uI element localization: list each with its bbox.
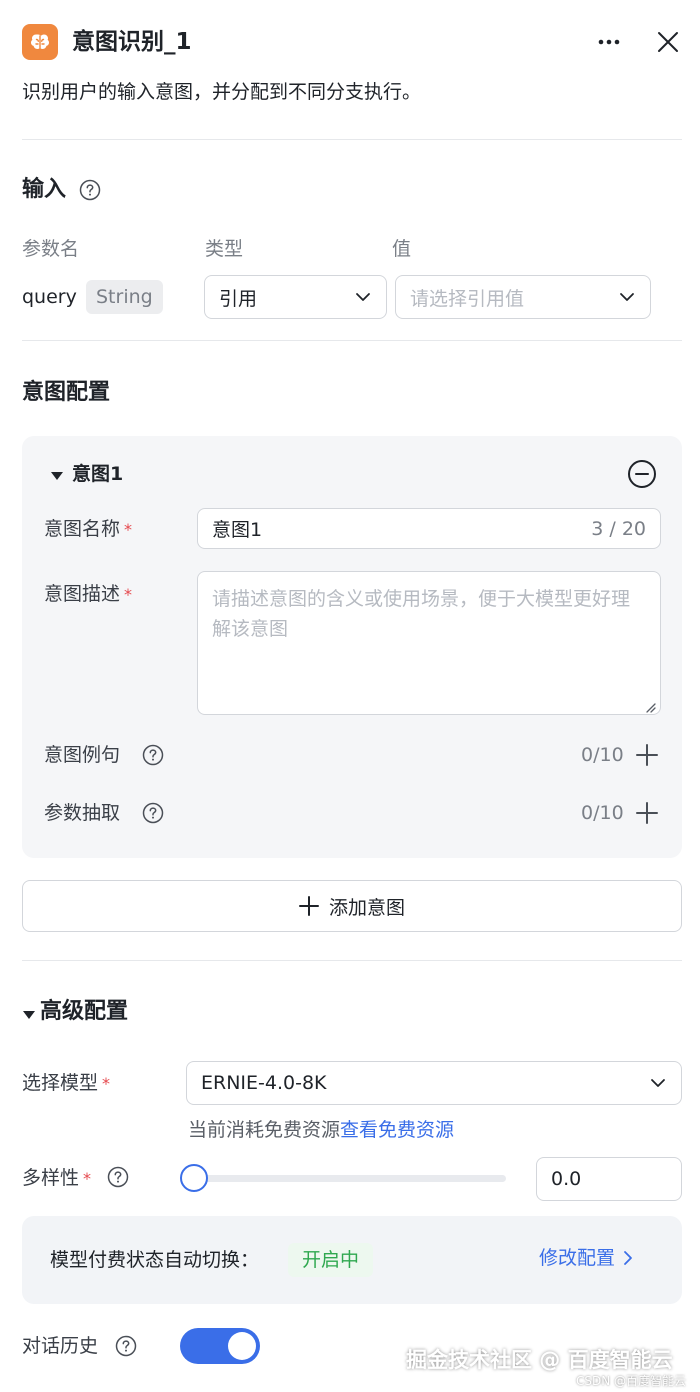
watermark-sub: CSDN @百度智能云 (576, 1374, 687, 1388)
intent-examples-label: 意图例句 (44, 744, 121, 766)
input-section-title: 输入 (22, 177, 67, 202)
close-icon (658, 32, 678, 52)
required-mark: * (102, 1074, 111, 1093)
remove-intent-button[interactable] (627, 459, 657, 489)
intent-examples-counter: 0/10 (581, 744, 624, 766)
intent-desc-label-text: 意图描述 (44, 583, 121, 605)
plus-icon (636, 802, 658, 824)
status-badge: 开启中 (288, 1243, 374, 1277)
history-label: 对话历史 (22, 1335, 99, 1357)
modify-config-link[interactable]: 修改配置 (539, 1244, 633, 1272)
help-icon[interactable] (115, 1335, 137, 1357)
column-header-name: 参数名 (22, 238, 80, 260)
intent-name-label-text: 意图名称 (44, 518, 121, 540)
required-mark: * (124, 520, 133, 539)
diversity-slider-track[interactable] (192, 1175, 506, 1182)
intent-desc-textarea[interactable]: 请描述意图的含义或使用场景，便于大模型更好理解该意图 (197, 571, 661, 715)
param-extract-label: 参数抽取 (44, 802, 121, 824)
help-icon[interactable] (107, 1166, 129, 1188)
column-header-value: 值 (392, 238, 412, 260)
history-toggle[interactable] (180, 1328, 260, 1364)
value-select-placeholder: 请选择引用值 (410, 287, 525, 310)
plus-icon (298, 896, 319, 916)
param-type-badge: String (86, 280, 163, 314)
resource-text: 当前消耗免费资源 (188, 1119, 341, 1141)
model-label: 选择模型 * (22, 1070, 110, 1097)
intent-desc-label: 意图描述 * (44, 581, 132, 608)
required-mark: * (124, 585, 133, 604)
divider (22, 139, 682, 140)
model-select[interactable]: ERNIE-4.0-8K (186, 1061, 682, 1105)
intent-desc-placeholder: 请描述意图的含义或使用场景，便于大模型更好理解该意图 (212, 588, 631, 640)
help-icon[interactable] (142, 802, 164, 824)
param-extract-counter: 0/10 (581, 802, 624, 824)
resource-hint: 当前消耗免费资源查看免费资源 (188, 1116, 454, 1144)
type-select-value: 引用 (219, 287, 258, 310)
more-dots-icon (598, 39, 620, 45)
toggle-knob (228, 1332, 256, 1360)
required-mark: * (83, 1169, 92, 1188)
add-param-button[interactable] (634, 800, 660, 826)
node-description: 识别用户的输入意图，并分配到不同分支执行。 (22, 81, 422, 103)
page-title: 意图识别_1 (72, 29, 192, 55)
help-icon[interactable] (142, 744, 164, 766)
view-free-resource-link[interactable]: 查看免费资源 (340, 1119, 454, 1141)
diversity-slider-thumb[interactable] (180, 1164, 208, 1192)
resize-handle-icon[interactable] (644, 698, 656, 713)
brain-icon (22, 24, 58, 60)
param-name: query (22, 286, 77, 308)
diversity-label-text: 多样性 (22, 1167, 80, 1189)
intent-name-input[interactable]: 意图1 3 / 20 (197, 508, 661, 549)
divider (22, 340, 682, 341)
diversity-number-input[interactable]: 0.0 (536, 1157, 682, 1201)
intent-name-label: 意图名称 * (44, 516, 132, 543)
add-intent-label: 添加意图 (328, 896, 405, 919)
chevron-right-icon (624, 1251, 632, 1265)
chevron-down-icon (651, 1079, 665, 1087)
model-label-text: 选择模型 (22, 1072, 99, 1094)
collapse-triangle-icon[interactable] (22, 1006, 36, 1019)
intent-name-value: 意图1 (212, 519, 263, 541)
help-icon[interactable] (79, 179, 101, 201)
intent-section-title: 意图配置 (22, 380, 111, 405)
diversity-value: 0.0 (551, 1168, 582, 1190)
value-select[interactable]: 请选择引用值 (395, 275, 651, 319)
model-select-value: ERNIE-4.0-8K (201, 1072, 327, 1094)
collapse-triangle-icon[interactable] (50, 467, 64, 480)
advanced-section-title: 高级配置 (40, 999, 129, 1024)
divider (22, 960, 682, 961)
modify-config-label: 修改配置 (539, 1247, 616, 1269)
diversity-label: 多样性 * (22, 1165, 91, 1192)
add-example-button[interactable] (634, 742, 660, 768)
chevron-down-icon (356, 293, 370, 301)
more-options-button[interactable] (594, 28, 624, 56)
close-button[interactable] (652, 26, 684, 58)
column-header-type: 类型 (205, 238, 244, 260)
billing-label: 模型付费状态自动切换： (50, 1249, 260, 1271)
intent-name-counter: 3 / 20 (591, 517, 646, 540)
minus-circle-icon (628, 460, 656, 488)
add-intent-button[interactable]: 添加意图 (22, 880, 682, 932)
plus-icon (636, 744, 658, 766)
type-select[interactable]: 引用 (204, 275, 387, 319)
chevron-down-icon (620, 293, 634, 301)
intent-header-label: 意图1 (72, 463, 124, 485)
watermark: 掘金技术社区 @ 百度智能云 (406, 1348, 673, 1372)
